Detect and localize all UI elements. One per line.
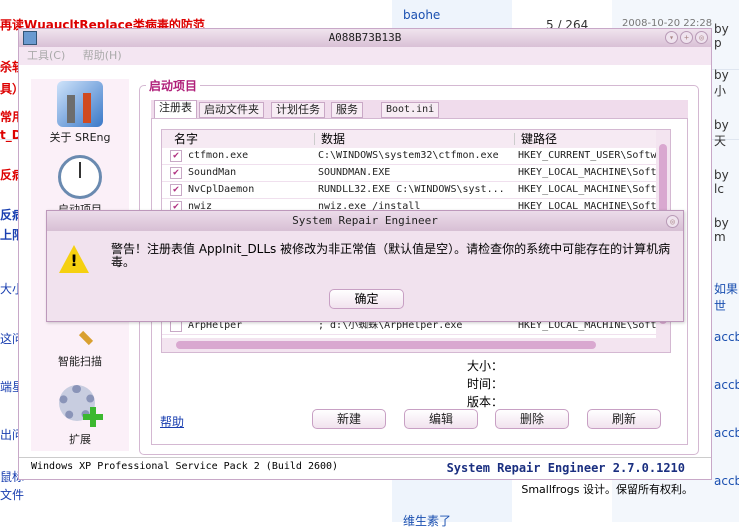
delete-button[interactable]: 删除: [495, 409, 569, 429]
title-bar[interactable]: A088B73B13B ▾ + ◎: [19, 29, 711, 47]
list-header: 名字 数据 键路径: [162, 130, 670, 148]
row-checkbox[interactable]: ✔: [170, 150, 182, 162]
sidebar-item-scan[interactable]: 智能扫描: [31, 330, 129, 369]
app-icon: [23, 31, 37, 45]
bg-author[interactable]: by 小: [714, 68, 739, 99]
bg-author[interactable]: 如果世: [714, 280, 739, 314]
row-data: SOUNDMAN.EXE: [318, 167, 391, 178]
help-link[interactable]: 帮助: [160, 413, 184, 430]
horizontal-scrollbar[interactable]: [162, 338, 670, 352]
sidebar-item-about[interactable]: 关于 SREng: [31, 81, 129, 145]
row-checkbox[interactable]: ✔: [170, 184, 182, 196]
refresh-button[interactable]: 刷新: [587, 409, 661, 429]
sidebar-label: 智能扫描: [58, 355, 102, 368]
tools-icon: [57, 81, 103, 127]
time-label: 时间：: [467, 377, 504, 391]
row-key: HKEY_CURRENT_USER\Softw: [518, 150, 657, 161]
tab-services[interactable]: 服务: [331, 102, 363, 118]
clock-icon: [58, 155, 102, 199]
warning-dialog: System Repair Engineer ◎ ! 警告！注册表值 AppIn…: [46, 210, 684, 322]
bg-author[interactable]: by p: [714, 22, 739, 50]
dialog-title: System Repair Engineer: [292, 214, 438, 227]
row-key: HKEY_LOCAL_MACHINE\Soft: [518, 184, 657, 195]
new-button[interactable]: 新建: [312, 409, 386, 429]
group-title: 启动项目: [146, 77, 201, 94]
copyright: Smallfrogs 设计。保留所有权利。: [521, 483, 693, 496]
dialog-message: 警告！注册表值 AppInit_DLLs 被修改为非正常值（默认值是空）。请检查…: [111, 242, 671, 269]
size-label: 大小：: [467, 359, 504, 373]
tab-strip: 注册表 启动文件夹 计划任务 服务 Boot.ini: [151, 100, 688, 119]
tab-startup-folder[interactable]: 启动文件夹: [199, 102, 264, 118]
close-icon[interactable]: ◎: [695, 31, 708, 44]
column-data[interactable]: 数据: [314, 133, 345, 145]
tab-scheduled-tasks[interactable]: 计划任务: [271, 102, 325, 118]
menu-tools[interactable]: 工具(C): [27, 49, 65, 62]
minimize-icon[interactable]: ▾: [665, 31, 678, 44]
window-title: A088B73B13B: [328, 31, 402, 44]
row-data: RUNDLL32.EXE C:\WINDOWS\syst...: [318, 184, 505, 195]
edit-button[interactable]: 编辑: [404, 409, 478, 429]
ok-button[interactable]: 确定: [329, 289, 404, 309]
row-key: HKEY_LOCAL_MACHINE\Soft: [518, 167, 657, 178]
bg-author[interactable]: by m: [714, 216, 739, 244]
row-checkbox[interactable]: ✔: [170, 167, 182, 179]
tab-registry[interactable]: 注册表: [154, 100, 197, 119]
tab-boot-ini[interactable]: Boot.ini: [381, 102, 440, 118]
row-data: C:\WINDOWS\system32\ctfmon.exe: [318, 150, 499, 161]
sidebar-item-startup[interactable]: 启动项目: [31, 155, 129, 217]
column-name[interactable]: 名字: [174, 130, 198, 148]
bg-author[interactable]: accbb: [714, 474, 739, 488]
os-info: Windows XP Professional Service Pack 2 (…: [31, 461, 339, 472]
bg-user[interactable]: baohe: [403, 8, 440, 22]
table-row[interactable]: ✔ SoundMan SOUNDMAN.EXE HKEY_LOCAL_MACHINE\…: [162, 165, 658, 182]
bg-author[interactable]: accbb: [714, 330, 739, 344]
maximize-icon[interactable]: +: [680, 31, 693, 44]
row-name: ctfmon.exe: [188, 150, 249, 161]
column-key[interactable]: 键路径: [514, 133, 557, 145]
bg-text[interactable]: 文件: [0, 486, 24, 503]
table-row[interactable]: ✔ ctfmon.exe C:\WINDOWS\system32\ctfmon.ex…: [162, 148, 658, 165]
bg-author[interactable]: accbb: [714, 426, 739, 440]
dialog-close-icon[interactable]: ◎: [666, 215, 679, 228]
warning-icon: !: [59, 245, 89, 273]
bg-author[interactable]: by lc: [714, 168, 739, 196]
sidebar-item-extend[interactable]: 扩展: [31, 383, 129, 447]
bg-author[interactable]: by 天: [714, 118, 739, 149]
menu-help[interactable]: 帮助(H): [83, 49, 122, 62]
product-name: System Repair Engineer 2.7.0.1210: [446, 461, 685, 475]
row-name: SoundMan: [188, 167, 237, 178]
row-name: NvCplDaemon: [188, 184, 255, 195]
bg-author[interactable]: accbb: [714, 378, 739, 392]
file-info: 大小： 时间： 版本：: [467, 357, 503, 411]
sidebar-label: 扩展: [69, 433, 91, 446]
magnifier-icon: [65, 330, 95, 349]
menu-bar: 工具(C) 帮助(H): [19, 47, 711, 65]
sidebar-label: 关于 SREng: [49, 131, 111, 144]
dialog-title-bar[interactable]: System Repair Engineer ◎: [47, 211, 683, 231]
bg-text[interactable]: 维生素了: [403, 512, 451, 529]
table-row[interactable]: ✔ NvCplDaemon RUNDLL32.EXE C:\WINDOWS\syst…: [162, 182, 658, 199]
gear-plus-icon: [57, 383, 103, 429]
